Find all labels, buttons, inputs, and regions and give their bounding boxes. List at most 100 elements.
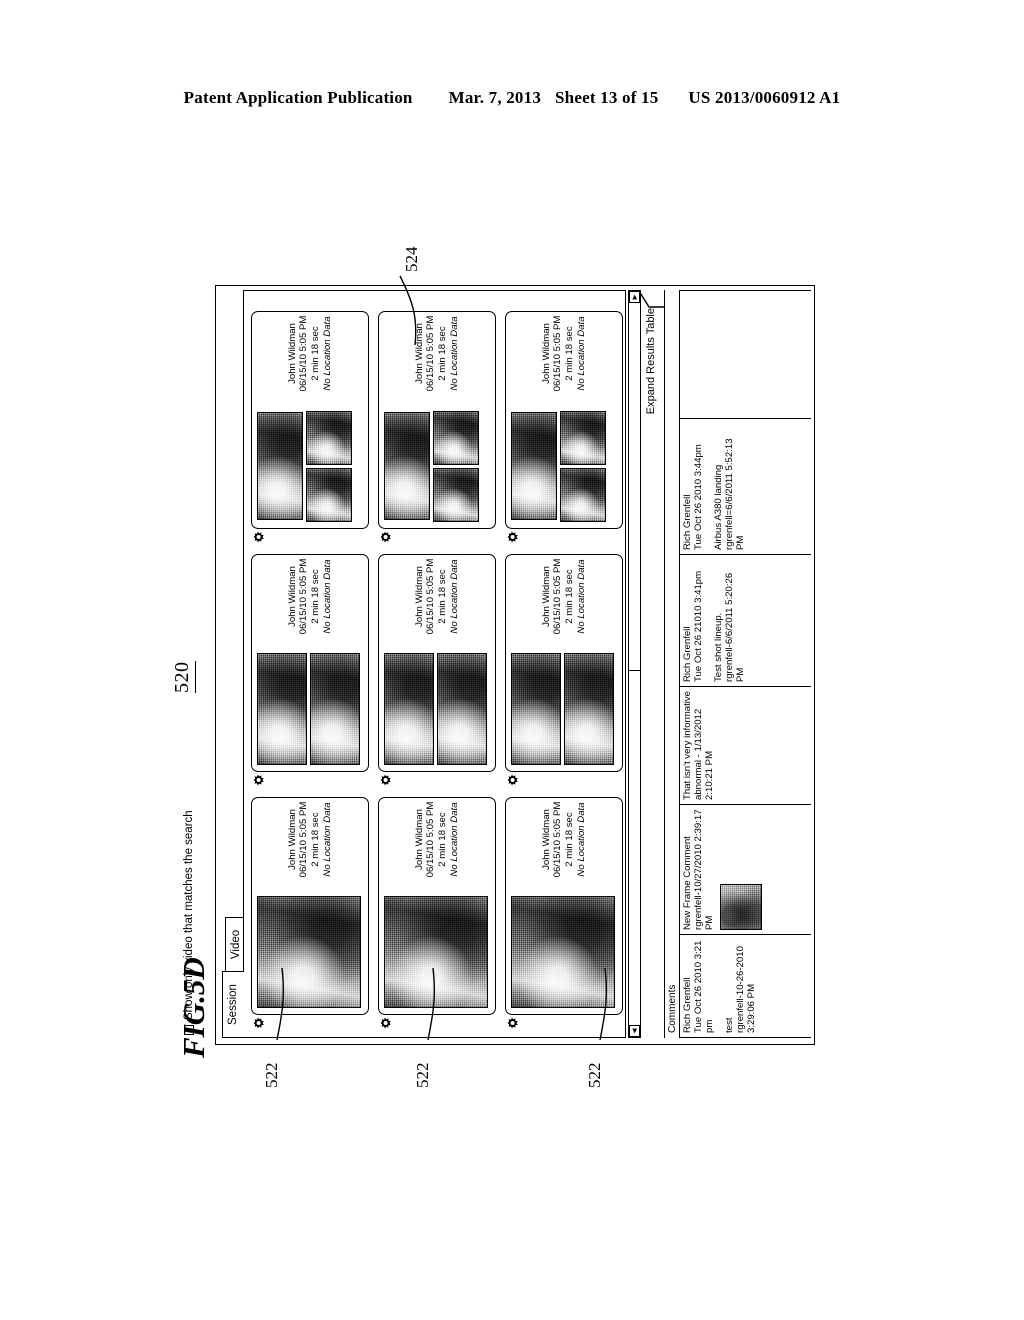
video-card-metadata: John Wildman 06/15/10 5:05 PM 2 min 18 sec… <box>252 312 368 392</box>
video-card-wrapper: John Wildman 06/15/10 5:05 PM 2 min 18 sec… <box>251 309 371 543</box>
video-thumbnail-group[interactable] <box>252 392 368 528</box>
video-card-wrapper: John Wildman 06/15/10 5:05 PM 2 min 18 sec… <box>378 552 498 786</box>
tab-video[interactable]: Video <box>225 916 244 973</box>
video-location: No Location Data <box>321 316 333 391</box>
video-thumbnail-group[interactable] <box>506 878 622 1014</box>
video-card[interactable]: John Wildman 06/15/10 5:05 PM 2 min 18 sec… <box>378 554 496 772</box>
video-thumbnail[interactable] <box>511 653 561 765</box>
publication-date: Mar. 7, 2013 <box>448 88 542 107</box>
video-thumbnail-group[interactable] <box>506 392 622 528</box>
figure-screen-520: ✓ Show only video that matches the searc… <box>171 285 815 1045</box>
video-duration: 2 min 18 sec <box>437 326 448 381</box>
comment-author: Rich Grenfell <box>682 494 693 550</box>
gear-icon[interactable] <box>253 774 265 786</box>
gear-icon[interactable] <box>507 531 519 543</box>
comment-frame-thumbnail[interactable] <box>720 884 762 930</box>
video-duration: 2 min 18 sec <box>564 326 575 381</box>
scrollbar-track[interactable] <box>629 303 640 1025</box>
video-thumbnail[interactable] <box>511 896 615 1008</box>
comment-title: Test shot lineup. <box>713 612 724 682</box>
gear-icon[interactable] <box>507 1017 519 1029</box>
comments-table-cell[interactable]: New Frame Comment rgrenfell-10/27/2010 2:… <box>680 804 811 934</box>
video-location: No Location Data <box>321 802 333 877</box>
video-thumbnail[interactable] <box>384 896 488 1008</box>
video-card[interactable]: John Wildman 06/15/10 5:05 PM 2 min 18 sec… <box>505 554 623 772</box>
video-card-wrapper: John Wildman 06/15/10 5:05 PM 2 min 18 sec… <box>505 795 625 1029</box>
checkbox-checked-icon[interactable]: ✓ <box>184 1025 194 1035</box>
comments-table-cell[interactable]: Rich Grenfell Tue Oct 26 2010 3:44pm Airbu… <box>680 418 811 554</box>
video-card-metadata: John Wildman 06/15/10 5:05 PM 2 min 18 sec… <box>506 312 622 392</box>
comments-table-cell[interactable]: That isn't very informative abnormal - 1/… <box>680 686 811 804</box>
comments-results-table[interactable]: Comments Rich Grenfell Tue Oct 26 2010 3:… <box>664 290 811 1038</box>
video-thumbnail[interactable] <box>433 411 479 465</box>
video-card-wrapper: John Wildman 06/15/10 5:05 PM 2 min 18 sec… <box>251 552 371 786</box>
video-card[interactable]: John Wildman 06/15/10 5:05 PM 2 min 18 sec… <box>251 554 369 772</box>
video-results-panel[interactable]: John Wildman 06/15/10 5:05 PM 2 min 18 sec… <box>243 290 626 1038</box>
video-thumbnail-group[interactable] <box>379 392 495 528</box>
gear-icon[interactable] <box>380 774 392 786</box>
video-thumbnail[interactable] <box>433 468 479 522</box>
video-timestamp: 06/15/10 5:05 PM <box>425 315 437 392</box>
video-card[interactable]: John Wildman 06/15/10 5:05 PM 2 min 18 sec… <box>251 311 369 529</box>
gear-icon[interactable] <box>253 1017 265 1029</box>
video-thumbnail[interactable] <box>306 411 352 465</box>
video-thumbnail[interactable] <box>310 653 360 765</box>
video-card[interactable]: John Wildman 06/15/10 5:05 PM 2 min 18 sec… <box>378 797 496 1015</box>
video-card-row: John Wildman 06/15/10 5:05 PM 2 min 18 sec… <box>378 309 498 1029</box>
video-timestamp: 06/15/10 5:05 PM <box>552 801 564 878</box>
video-card[interactable]: John Wildman 06/15/10 5:05 PM 2 min 18 sec… <box>251 797 369 1015</box>
video-card-wrapper: John Wildman 06/15/10 5:05 PM 2 min 18 sec… <box>251 795 371 1029</box>
video-thumbnail[interactable] <box>384 653 434 765</box>
application-window: Session Video John Wildman 06/15/10 5:05 … <box>215 285 815 1045</box>
comment-title: test <box>724 1017 735 1033</box>
video-timestamp: 06/15/10 5:05 PM <box>298 315 310 392</box>
video-thumbnail-group[interactable] <box>252 878 368 1014</box>
patent-header: Patent Application Publication Mar. 7, 2… <box>0 88 1024 108</box>
video-thumbnail[interactable] <box>560 468 606 522</box>
video-duration: 2 min 18 sec <box>437 812 448 867</box>
video-owner-name: John Wildman <box>413 323 425 384</box>
video-card-grid: John Wildman 06/15/10 5:05 PM 2 min 18 sec… <box>251 309 625 1029</box>
expand-results-table-control[interactable]: Expand Results Table <box>639 290 665 1038</box>
video-thumbnail[interactable] <box>511 412 557 520</box>
video-thumbnail[interactable] <box>306 468 352 522</box>
horizontal-scrollbar[interactable]: ◄ ► <box>628 290 641 1038</box>
video-card[interactable]: John Wildman 06/15/10 5:05 PM 2 min 18 sec… <box>505 311 623 529</box>
video-thumbnail[interactable] <box>257 412 303 520</box>
video-card-metadata: John Wildman 06/15/10 5:05 PM 2 min 18 sec… <box>379 312 495 392</box>
comments-table-cell[interactable]: Rich Grenfell Tue Oct 26 2010 3:21 pm test… <box>680 934 811 1038</box>
gear-icon[interactable] <box>253 531 265 543</box>
video-thumbnail[interactable] <box>257 653 307 765</box>
tab-session[interactable]: Session <box>222 971 244 1038</box>
comment-author-time: Tue Oct 26 21010 3:41pm <box>693 570 704 682</box>
video-card-metadata: John Wildman 06/15/10 5:05 PM 2 min 18 sec… <box>379 798 495 878</box>
video-thumbnail[interactable] <box>437 653 487 765</box>
reference-numeral-522-b: 522 <box>413 1062 432 1089</box>
comments-table-cell[interactable] <box>680 290 811 418</box>
reference-numeral-524: 524 <box>402 246 421 273</box>
gear-icon[interactable] <box>380 531 392 543</box>
video-thumbnail-group[interactable] <box>506 635 622 771</box>
video-card[interactable]: John Wildman 06/15/10 5:05 PM 2 min 18 sec… <box>378 311 496 529</box>
scroll-left-arrow-icon[interactable]: ◄ <box>629 1025 640 1037</box>
comments-table-body: Rich Grenfell Tue Oct 26 2010 3:21 pm test… <box>680 290 811 1038</box>
comment-title: New Frame Comment <box>682 836 693 930</box>
video-card[interactable]: John Wildman 06/15/10 5:05 PM 2 min 18 sec… <box>505 797 623 1015</box>
gear-icon[interactable] <box>380 1017 392 1029</box>
patent-number: US 2013/0060912 A1 <box>688 88 841 107</box>
gear-icon[interactable] <box>507 774 519 786</box>
comments-table-cell[interactable]: Rich Grenfell Tue Oct 26 21010 3:41pm Test… <box>680 554 811 686</box>
screen-topbar: ✓ Show only video that matches the searc… <box>169 285 213 1045</box>
video-thumbnail[interactable] <box>384 412 430 520</box>
video-thumbnail-group[interactable] <box>379 878 495 1014</box>
filter-checkbox-label: Show only video that matches the search <box>183 810 195 1020</box>
video-timestamp: 06/15/10 5:05 PM <box>425 558 437 635</box>
video-thumbnail[interactable] <box>564 653 614 765</box>
video-thumbnail-group[interactable] <box>252 635 368 771</box>
video-thumbnail[interactable] <box>257 896 361 1008</box>
comment-title: That isn't very informative <box>682 691 693 800</box>
filter-checkbox-row[interactable]: ✓ Show only video that matches the searc… <box>183 810 195 1035</box>
video-thumbnail[interactable] <box>560 411 606 465</box>
video-card-row: John Wildman 06/15/10 5:05 PM 2 min 18 sec… <box>251 309 371 1029</box>
video-thumbnail-group[interactable] <box>379 635 495 771</box>
